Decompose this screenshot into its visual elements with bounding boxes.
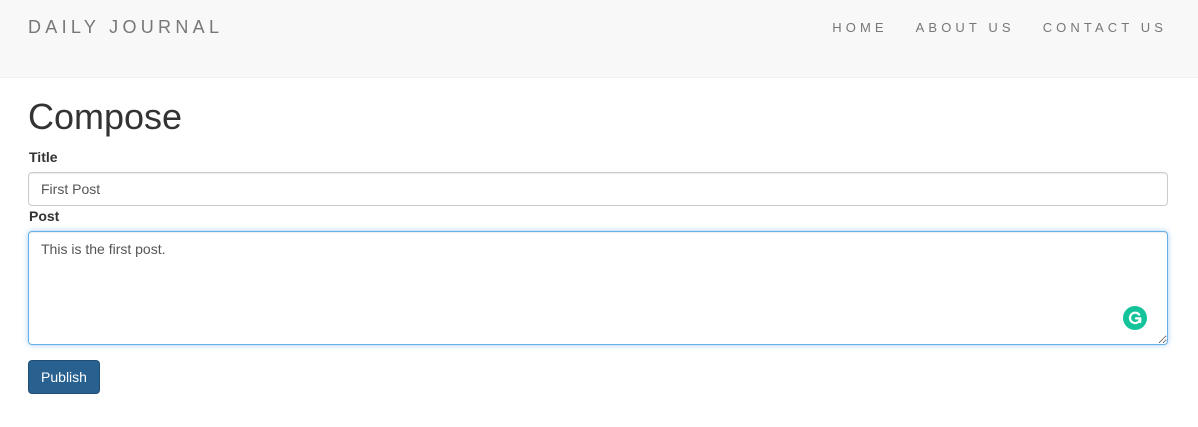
grammarly-icon[interactable] xyxy=(1123,306,1147,330)
publish-button[interactable]: Publish xyxy=(28,360,100,394)
nav-link-about-us[interactable]: ABOUT US xyxy=(916,20,1015,35)
page-title: Compose xyxy=(28,96,183,137)
nav-link-home[interactable]: HOME xyxy=(832,20,887,35)
grammarly-g-glyph xyxy=(1128,311,1142,325)
brand-logo[interactable]: DAILY JOURNAL xyxy=(28,17,223,37)
post-field-label: Post xyxy=(29,208,60,224)
nav-links: HOME ABOUT US CONTACT US xyxy=(832,20,1167,35)
title-input[interactable] xyxy=(28,172,1168,206)
nav-link-contact-us[interactable]: CONTACT US xyxy=(1043,20,1167,35)
post-textarea[interactable]: This is the first post. xyxy=(28,231,1168,345)
title-field-label: Title xyxy=(29,149,58,165)
top-navbar: DAILY JOURNAL HOME ABOUT US CONTACT US xyxy=(0,0,1198,78)
